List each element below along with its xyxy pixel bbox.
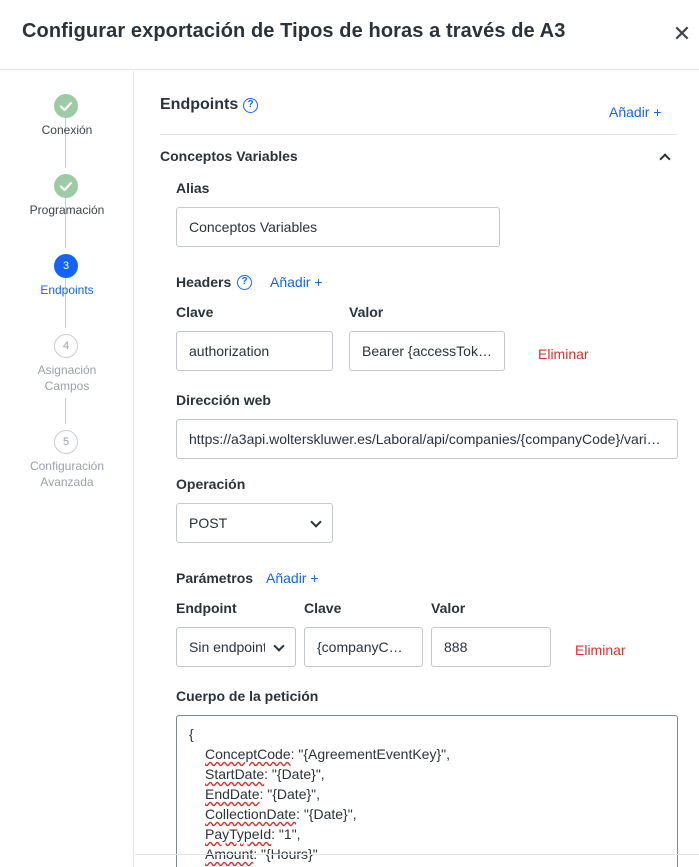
url-input[interactable]: https://a3api.wolterskluwer.es/Laboral/a… — [176, 419, 678, 459]
divider — [160, 134, 677, 135]
header-value-input[interactable]: Bearer {accessToken} — [349, 331, 505, 371]
code-line: ConceptCode: "{AgreementEventKey}", — [189, 744, 665, 764]
chevron-down-icon — [273, 640, 285, 652]
param-endpoint-select[interactable]: Sin endpoint — [176, 627, 296, 667]
operation-select[interactable]: POST — [176, 503, 333, 543]
step-label: Programación — [29, 203, 105, 217]
code-value: : "{Date}", — [264, 766, 325, 782]
code-key: EndDate — [205, 786, 260, 802]
chevron-down-icon — [310, 516, 322, 528]
endpoints-title: Endpoints — [160, 96, 239, 113]
body-textarea[interactable]: { ConceptCode: "{AgreementEventKey}", St… — [176, 715, 678, 867]
add-header-button[interactable]: Añadir + — [270, 274, 323, 290]
help-icon[interactable]: ? — [243, 98, 258, 113]
check-icon — [54, 94, 78, 118]
add-param-button[interactable]: Añadir + — [266, 570, 319, 586]
endpoint-group-title[interactable]: Conceptos Variables — [160, 148, 298, 164]
code-key: CollectionDate — [205, 806, 297, 822]
param-value-input[interactable]: 888 — [431, 627, 551, 667]
footer-divider — [135, 854, 699, 855]
url-label: Dirección web — [176, 392, 271, 408]
header-value-label: Valor — [349, 304, 384, 320]
step-label: Endpoints — [40, 283, 94, 297]
header-key-input[interactable]: authorization — [176, 331, 333, 371]
wizard-stepper: Conexión Programación 3 Endpoints 4 Asig… — [0, 71, 134, 867]
param-endpoint-value: Sin endpoint — [189, 639, 265, 655]
code-brace: { — [189, 726, 194, 742]
alias-label: Alias — [176, 180, 210, 196]
param-endpoint-label: Endpoint — [176, 600, 237, 616]
code-value: : "{Date}", — [259, 786, 321, 802]
step-number: 4 — [54, 334, 78, 358]
help-icon[interactable]: ? — [237, 275, 252, 290]
step-connector — [65, 398, 66, 424]
step-label: Conexión — [41, 123, 93, 137]
remove-header-button[interactable]: Eliminar — [538, 346, 589, 362]
step-label: Asignación Campos — [37, 363, 97, 393]
code-line: StartDate: "{Date}", — [189, 764, 665, 784]
code-key: ConceptCode — [205, 746, 291, 762]
add-endpoint-button[interactable]: Añadir + — [609, 104, 662, 120]
dialog-title: Configurar exportación de Tipos de horas… — [22, 20, 566, 42]
code-value: : "{AgreementEventKey}", — [290, 746, 450, 762]
check-icon — [54, 174, 78, 198]
header-key-label: Clave — [176, 304, 214, 320]
step-number: 3 — [54, 254, 78, 278]
code-value: : "1", — [271, 826, 301, 842]
operation-value: POST — [189, 515, 228, 531]
code-line: EndDate: "{Date}", — [189, 784, 665, 804]
code-key: StartDate — [205, 766, 265, 782]
code-line: PayTypeId: "1", — [189, 824, 665, 844]
param-value-label: Valor — [431, 600, 466, 616]
code-value: : "{Date}", — [296, 806, 357, 822]
code-line: CollectionDate: "{Date}", — [189, 804, 665, 824]
param-key-label: Clave — [304, 600, 342, 616]
remove-param-button[interactable]: Eliminar — [575, 642, 626, 658]
param-key-input[interactable]: {companyCode} — [304, 627, 423, 667]
alias-input[interactable]: Conceptos Variables — [176, 207, 500, 247]
code-key: PayTypeId — [205, 826, 272, 842]
step-label: Configuración Avanzada — [29, 459, 105, 489]
chevron-up-icon[interactable] — [659, 153, 671, 165]
endpoints-panel: Endpoints ? Añadir + Conceptos Variables… — [135, 71, 699, 867]
body-label: Cuerpo de la petición — [176, 688, 319, 704]
step-number: 5 — [54, 430, 78, 454]
operation-label: Operación — [176, 476, 246, 492]
headers-label: Headers — [176, 274, 232, 290]
dialog-header: Configurar exportación de Tipos de horas… — [0, 0, 699, 70]
close-icon[interactable]: ✕ — [672, 22, 692, 46]
params-label: Parámetros — [176, 570, 254, 586]
